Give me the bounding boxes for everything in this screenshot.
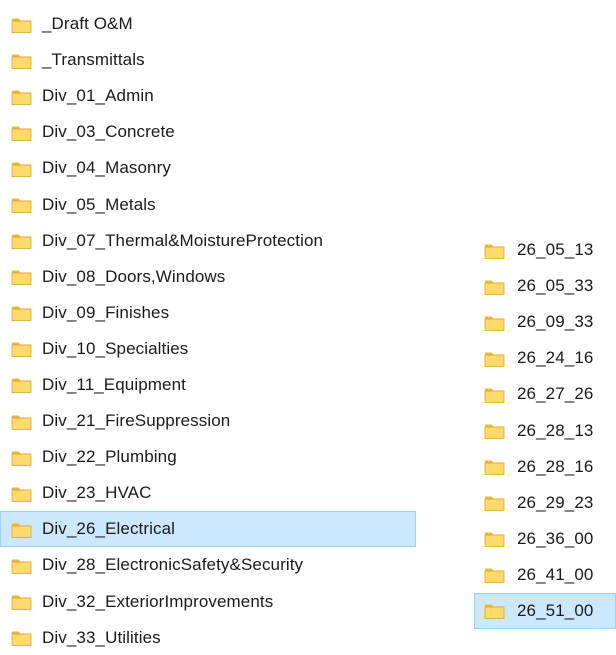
folder-name: 26_24_16 xyxy=(517,348,594,368)
folder-name: Div_01_Admin xyxy=(42,86,154,106)
folder-name: Div_28_ElectronicSafety&Security xyxy=(42,555,304,575)
folder-name: 26_05_33 xyxy=(517,276,594,296)
folder-item-division-9[interactable]: Div_10_Specialties xyxy=(0,331,416,367)
folder-item-electrical-3[interactable]: 26_24_16 xyxy=(474,340,616,376)
folder-item-electrical-8[interactable]: 26_36_00 xyxy=(474,521,616,557)
folder-name: 26_27_26 xyxy=(517,384,594,404)
folder-name: Div_23_HVAC xyxy=(42,483,152,503)
folder-name: 26_05_13 xyxy=(517,240,594,260)
folder-name: Div_32_ExteriorImprovements xyxy=(42,591,274,611)
folder-item-division-16[interactable]: Div_32_ExteriorImprovements xyxy=(0,584,416,620)
folder-item-division-2[interactable]: Div_01_Admin xyxy=(0,78,416,114)
folder-name: Div_04_Masonry xyxy=(42,158,171,178)
folder-name: Div_08_Doors,Windows xyxy=(42,266,226,286)
folder-name: Div_33_Utilities xyxy=(42,627,161,647)
folder-icon xyxy=(11,86,32,107)
folder-item-electrical-0[interactable]: 26_05_13 xyxy=(474,232,616,268)
folder-name: Div_11_Equipment xyxy=(42,374,186,394)
folder-name: 26_36_00 xyxy=(517,528,594,548)
folder-item-division-3[interactable]: Div_03_Concrete xyxy=(0,114,416,150)
folder-icon xyxy=(11,411,32,432)
folder-icon xyxy=(11,447,32,468)
folder-icon xyxy=(484,312,505,333)
folder-icon xyxy=(11,374,32,395)
folder-item-division-5[interactable]: Div_05_Metals xyxy=(0,186,416,222)
folder-name: Div_05_Metals xyxy=(42,194,156,214)
folder-item-electrical-9[interactable]: 26_41_00 xyxy=(474,557,616,593)
folder-item-division-12[interactable]: Div_22_Plumbing xyxy=(0,439,416,475)
folder-name: Div_03_Concrete xyxy=(42,122,175,142)
folder-icon xyxy=(484,528,505,549)
folder-name: Div_22_Plumbing xyxy=(42,447,177,467)
folder-name: 26_09_33 xyxy=(517,312,594,332)
folder-item-division-10[interactable]: Div_11_Equipment xyxy=(0,367,416,403)
folder-icon xyxy=(11,122,32,143)
folder-item-division-17[interactable]: Div_33_Utilities xyxy=(0,620,416,655)
folder-icon xyxy=(484,384,505,405)
folder-name: Div_21_FireSuppression xyxy=(42,411,231,431)
folder-icon xyxy=(11,302,32,323)
folder-name: Div_09_Finishes xyxy=(42,302,170,322)
folder-item-division-6[interactable]: Div_07_Thermal&MoistureProtection xyxy=(0,223,416,259)
folder-icon xyxy=(11,266,32,287)
folder-name: 26_51_00 xyxy=(517,600,594,620)
folder-item-division-4[interactable]: Div_04_Masonry xyxy=(0,150,416,186)
folder-icon xyxy=(484,600,505,621)
folder-item-division-15[interactable]: Div_28_ElectronicSafety&Security xyxy=(0,547,416,583)
folder-name: _Draft O&M xyxy=(42,14,133,34)
folder-icon xyxy=(11,555,32,576)
folder-item-electrical-6[interactable]: 26_28_16 xyxy=(474,449,616,485)
folder-item-electrical-2[interactable]: 26_09_33 xyxy=(474,304,616,340)
folder-item-electrical-7[interactable]: 26_29_23 xyxy=(474,485,616,521)
folder-icon xyxy=(484,492,505,513)
folder-icon xyxy=(484,348,505,369)
folder-item-electrical-4[interactable]: 26_27_26 xyxy=(474,376,616,412)
folder-name: 26_28_13 xyxy=(517,420,594,440)
folder-icon xyxy=(11,14,32,35)
folder-item-division-1[interactable]: _Transmittals xyxy=(0,42,416,78)
folder-item-division-0[interactable]: _Draft O&M xyxy=(0,6,416,42)
folder-list-electrical-subfolders: 26_05_13 26_05_33 26_09_33 26_24_16 26_2… xyxy=(474,232,616,630)
folder-name: Div_26_Electrical xyxy=(42,519,176,539)
folder-icon xyxy=(11,338,32,359)
folder-icon xyxy=(484,456,505,477)
folder-icon xyxy=(11,591,32,612)
folder-icon xyxy=(11,194,32,215)
folder-name: 26_28_16 xyxy=(517,456,594,476)
folder-icon xyxy=(11,483,32,504)
folder-item-division-13[interactable]: Div_23_HVAC xyxy=(0,475,416,511)
folder-name: 26_29_23 xyxy=(517,492,594,512)
folder-list-divisions: _Draft O&M _Transmittals Div_01_Admin Di… xyxy=(0,6,416,655)
folder-item-division-7[interactable]: Div_08_Doors,Windows xyxy=(0,259,416,295)
folder-icon xyxy=(11,519,32,540)
folder-name: _Transmittals xyxy=(42,50,145,70)
folder-name: Div_07_Thermal&MoistureProtection xyxy=(42,230,324,250)
folder-icon xyxy=(484,276,505,297)
folder-item-division-14[interactable]: Div_26_Electrical xyxy=(0,511,416,548)
folder-item-division-8[interactable]: Div_09_Finishes xyxy=(0,295,416,331)
folder-icon xyxy=(11,158,32,179)
folder-item-electrical-1[interactable]: 26_05_33 xyxy=(474,268,616,304)
folder-item-electrical-5[interactable]: 26_28_13 xyxy=(474,412,616,448)
folder-name: 26_41_00 xyxy=(517,564,594,584)
folder-item-electrical-10[interactable]: 26_51_00 xyxy=(474,592,616,630)
folder-icon xyxy=(484,564,505,585)
folder-icon xyxy=(11,627,32,648)
folder-name: Div_10_Specialties xyxy=(42,338,189,358)
file-explorer-view: _Draft O&M _Transmittals Div_01_Admin Di… xyxy=(0,0,616,655)
folder-icon xyxy=(11,230,32,251)
folder-item-division-11[interactable]: Div_21_FireSuppression xyxy=(0,403,416,439)
folder-icon xyxy=(484,420,505,441)
folder-icon xyxy=(484,240,505,261)
folder-icon xyxy=(11,50,32,71)
